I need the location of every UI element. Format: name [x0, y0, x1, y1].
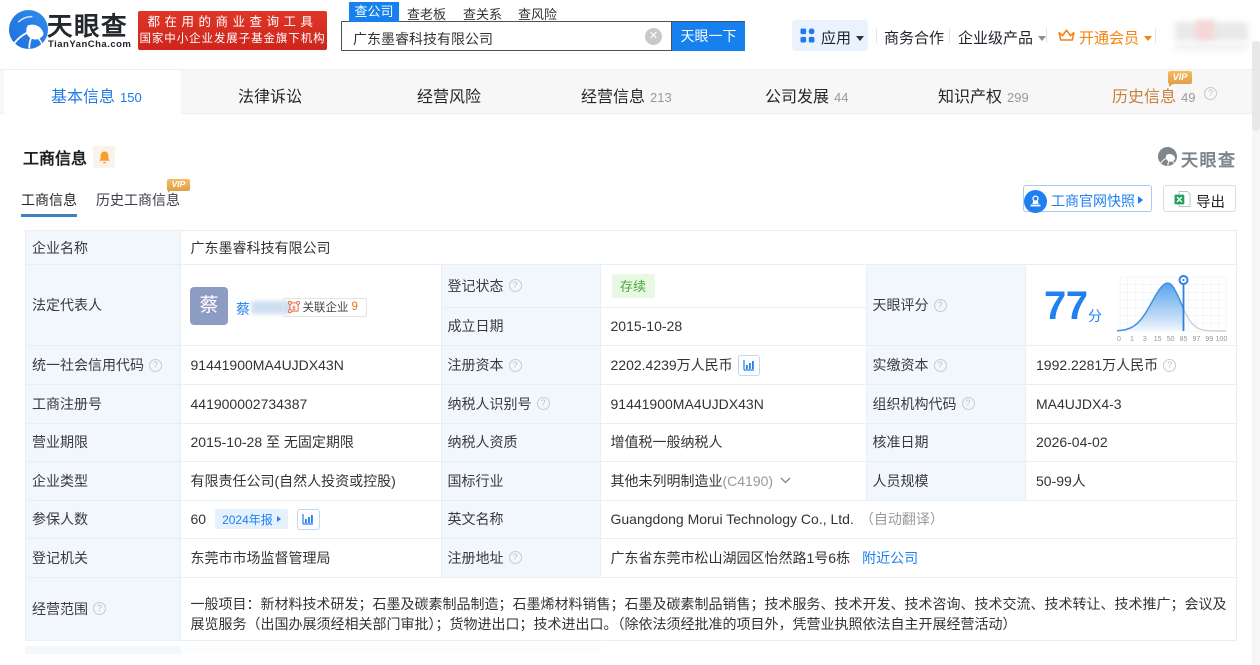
svg-text:85: 85 [1180, 336, 1188, 343]
svg-text:99: 99 [1205, 336, 1213, 343]
svg-text:0: 0 [1117, 336, 1121, 343]
svg-text:1: 1 [1130, 336, 1134, 343]
svg-text:50: 50 [1167, 336, 1175, 343]
svg-text:15: 15 [1154, 336, 1162, 343]
svg-text:100: 100 [1216, 336, 1228, 343]
svg-text:97: 97 [1193, 336, 1201, 343]
svg-text:3: 3 [1143, 336, 1147, 343]
